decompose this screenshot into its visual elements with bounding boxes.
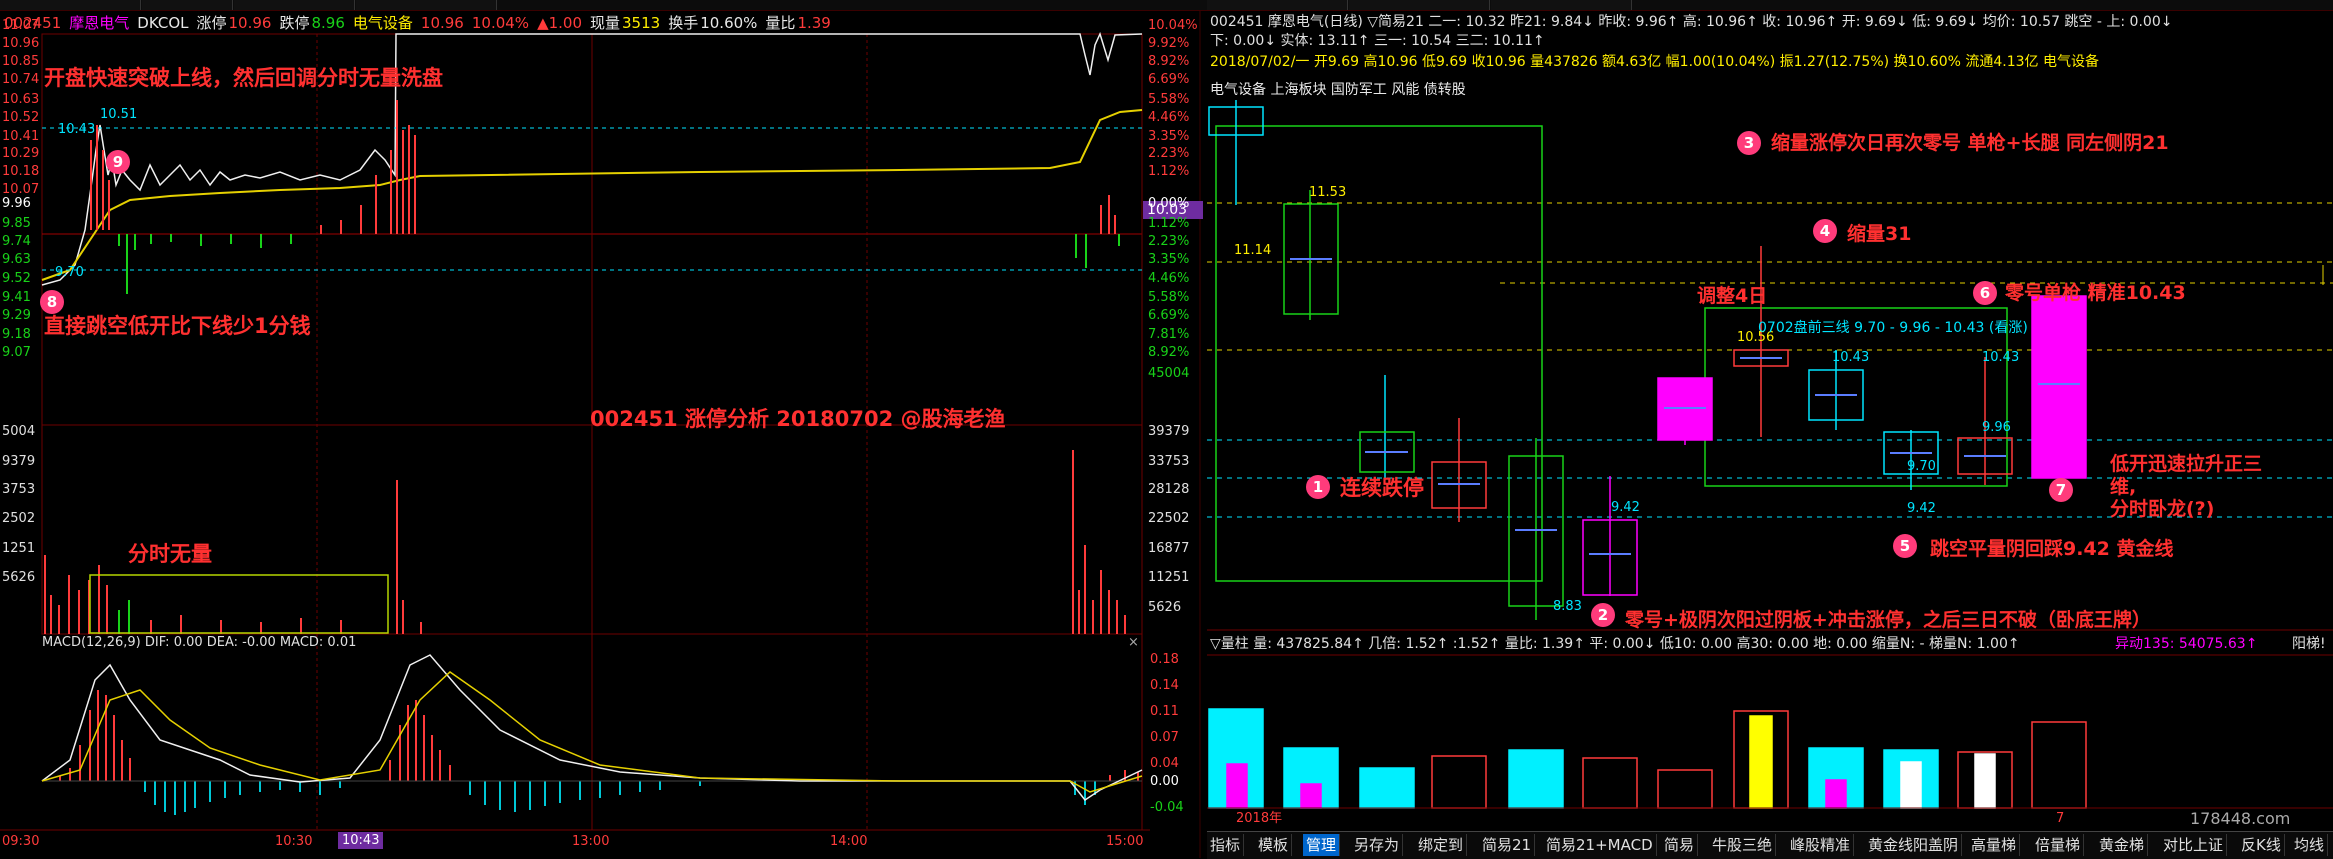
month-label: 7 [2056, 811, 2065, 826]
indicator-tab[interactable]: 牛股三绝 [1709, 834, 1777, 856]
price-mark: 10.43 [1982, 350, 2020, 365]
indicator-tab[interactable]: 绑定到 [1415, 834, 1468, 856]
vol-bar [1900, 761, 1922, 809]
vol-bar [1508, 749, 1564, 809]
indicator-tab[interactable]: 简易 [1661, 834, 1699, 856]
price-mark: 10.43 [1832, 350, 1870, 365]
badge-4: 4 [1813, 219, 1837, 243]
price-mark: 9.70 [1907, 459, 1936, 474]
indicator-tab[interactable]: 黄金梯 [2096, 834, 2149, 856]
year-label: 2018年 [1236, 811, 1283, 826]
price-mark: 11.14 [1234, 243, 1272, 258]
annotation-shrink-31: 缩量31 [1847, 223, 1912, 245]
indicator-tab[interactable]: 均线 [2291, 834, 2329, 856]
vol-bar [1657, 769, 1713, 809]
annotation-precise-1043: 零号单枪 精准10.43 [2005, 282, 2186, 304]
indicator-tab[interactable]: 另存为 [1351, 834, 1404, 856]
price-mark: 9.42 [1611, 500, 1640, 515]
indicator-tab[interactable]: 对比上证 [2160, 834, 2228, 856]
annotation-next-day-zero: 缩量涨停次日再次零号 单枪+长腿 同左侧阴21 [1771, 132, 2169, 154]
vol-bar [1825, 779, 1847, 809]
indicator-tab[interactable]: 黄金线阳盖阴 [1865, 834, 1963, 856]
vol-bar [1359, 767, 1415, 809]
indicator-tab[interactable]: 模板 [1255, 834, 1293, 856]
indicator-tab[interactable]: 指标 [1207, 834, 1245, 856]
vol-bar [1582, 757, 1638, 809]
badge-2: 2 [1591, 603, 1615, 627]
watermark: 178448.com [2190, 809, 2291, 828]
price-mark: 9.96 [1982, 420, 2011, 435]
price-mark: 9.42 [1907, 501, 1936, 516]
daily-volume-bars [1208, 708, 2087, 809]
indicator-tab[interactable]: 峰股精准 [1787, 834, 1855, 856]
indicator-tab[interactable]: 反K线 [2238, 834, 2285, 856]
badge-1: 1 [1306, 475, 1330, 499]
price-mark: 11.53 [1309, 185, 1347, 200]
volume-indicator-header: ▽量柱 量: 437825.84↑ 几倍: 1.52↑ :1.52↑ 量比: 1… [1210, 636, 2020, 652]
annotation-zero-pattern: 零号+极阴次阳过阴板+冲击涨停，之后三日不破（卧底王牌） [1625, 609, 2151, 631]
vol-bar [1226, 763, 1248, 809]
annotation-low-open-line3: 分时卧龙(?) [2110, 498, 2215, 520]
consolidation-box [1215, 125, 1543, 582]
indicator-tab[interactable]: 倍量梯 [2032, 834, 2085, 856]
annotation-gap-pullback: 跳空平量阴回踩9.42 黄金线 [1930, 538, 2174, 560]
indicator-tab[interactable]: 简易21 [1479, 834, 1536, 856]
annotation-adjust-4days: 调整4日 [1697, 285, 1768, 307]
indicator-tab-bar: 指标 模板 管理 另存为 绑定到 简易21 简易21+MACD 简易 牛股三绝 峰股精准 黄金线阳盖… [1207, 831, 2333, 859]
indicator-tab[interactable]: 高量梯 [1968, 834, 2021, 856]
indicator-tab[interactable]: 简易21+MACD [1543, 834, 1657, 856]
price-mark: 8.83 [1553, 599, 1582, 614]
vol-bar [1974, 753, 1996, 809]
annotation-consecutive-limit-down: 连续跌停 [1340, 476, 1424, 500]
badge-7: 7 [2049, 478, 2073, 502]
vol-bar [1431, 755, 1487, 809]
vol-bar [1300, 783, 1322, 809]
volume-indicator-far: 阳梯! [2292, 636, 2326, 652]
badge-5: 5 [1893, 534, 1917, 558]
badge-6: 6 [1973, 281, 1997, 305]
three-line-zone-label: 0702盘前三线 9.70 - 9.96 - 10.43 (看涨) [1758, 320, 2028, 336]
vol-bar [2031, 721, 2087, 809]
indicator-tab[interactable]: 管理 [1303, 834, 1341, 856]
vol-bar [1749, 715, 1773, 809]
candle [2031, 295, 2087, 479]
badge-3: 3 [1737, 131, 1761, 155]
volume-indicator-right: 异动135: 54075.63↑ [2115, 636, 2258, 652]
